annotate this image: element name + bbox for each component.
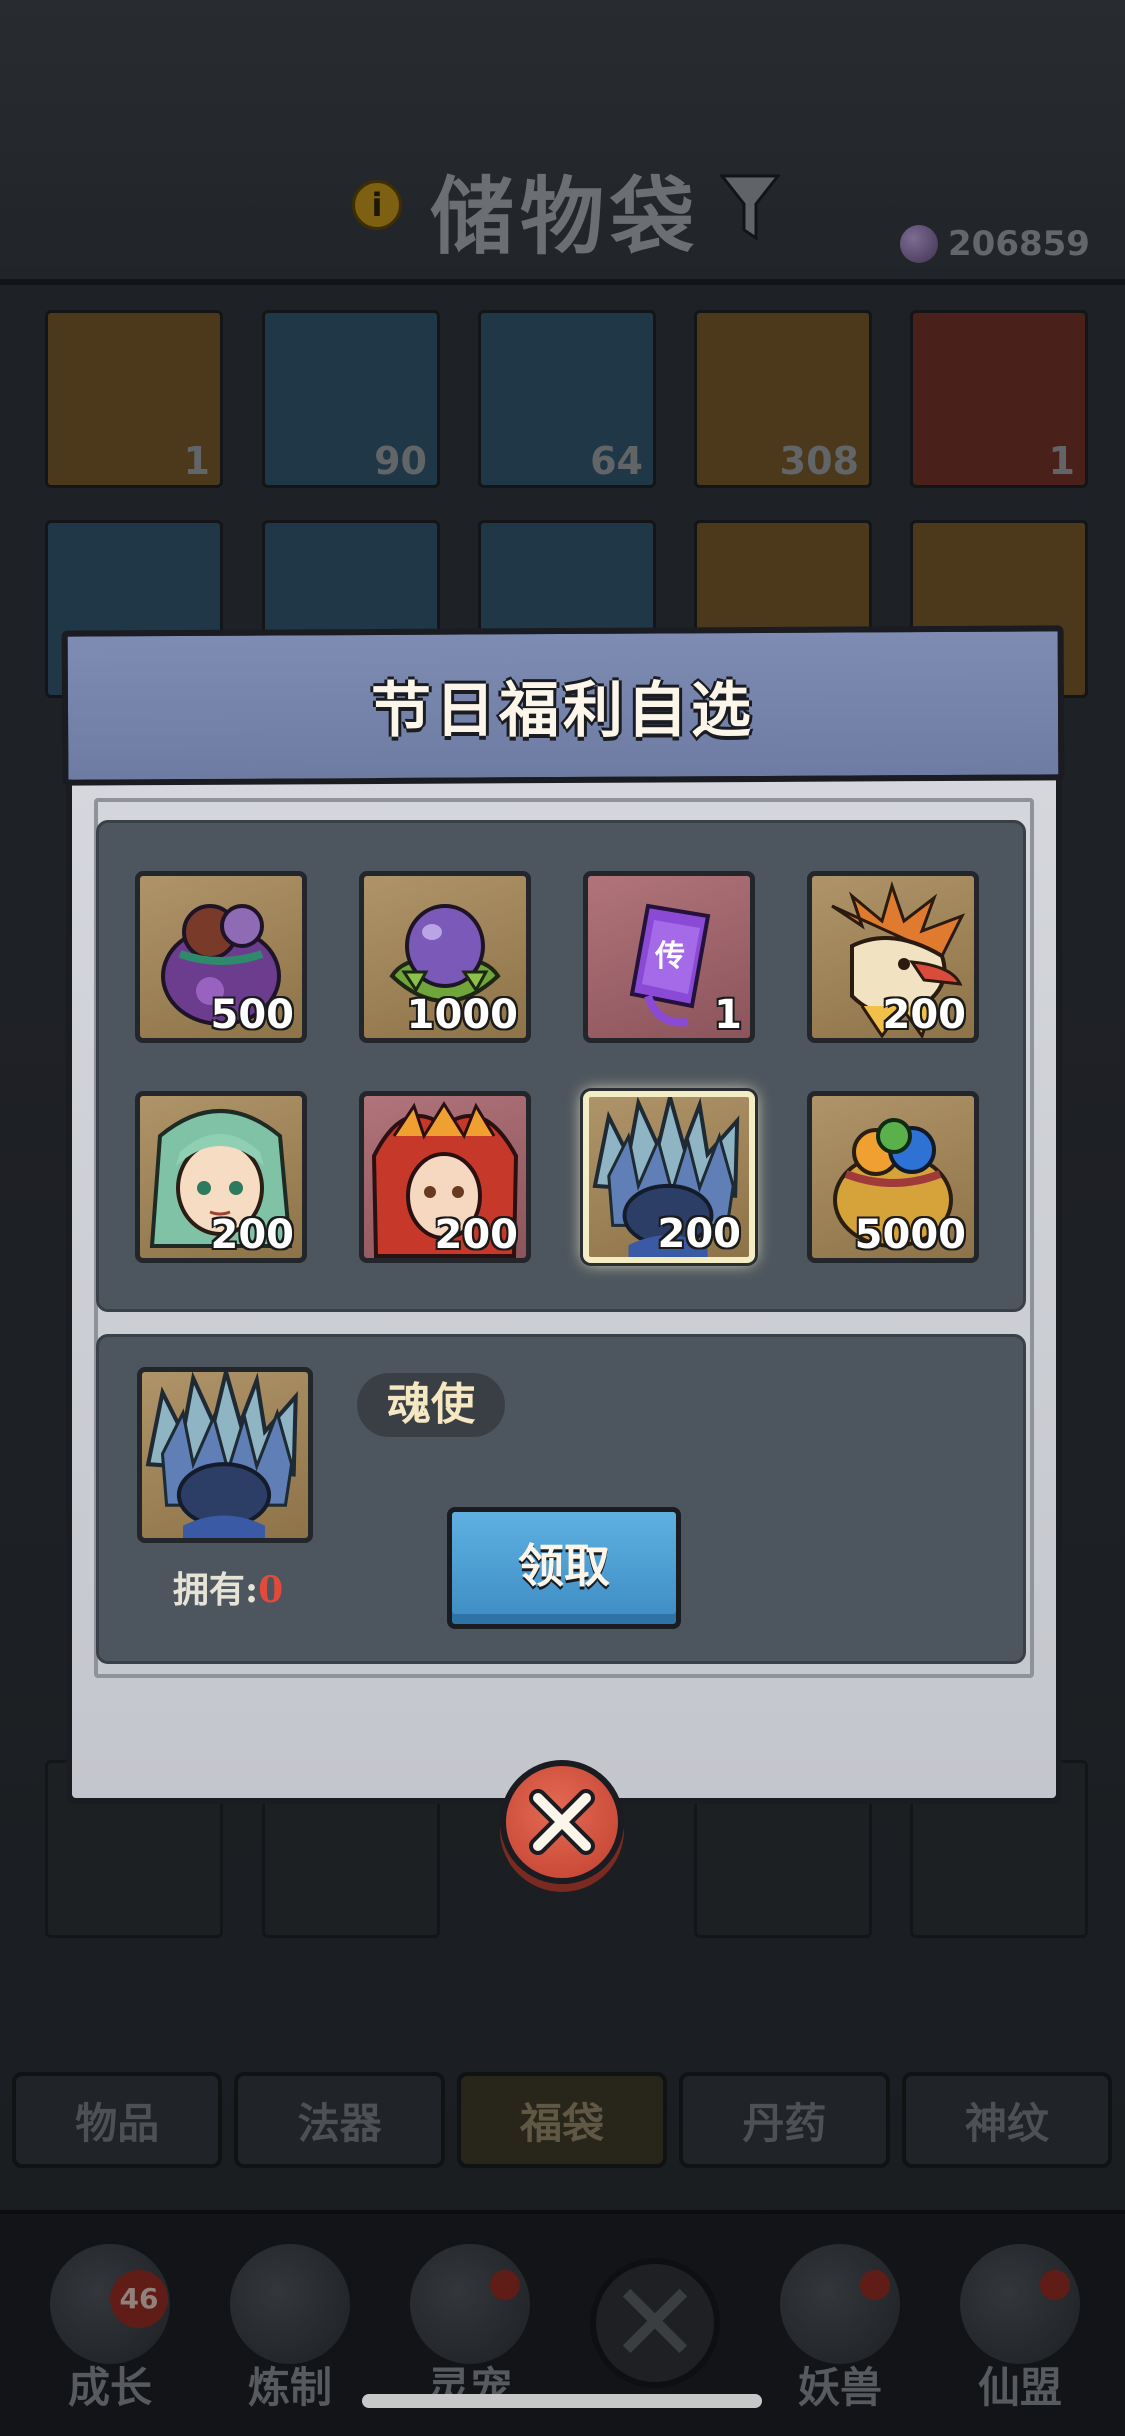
- claim-button[interactable]: 领取: [447, 1507, 681, 1629]
- item-count: 200: [210, 1212, 295, 1258]
- reward-item-spirit-egg[interactable]: 1000: [359, 871, 531, 1043]
- item-count: 500: [210, 992, 295, 1038]
- item-count: 200: [882, 992, 967, 1038]
- item-count: 1: [714, 992, 742, 1038]
- reward-item-purple-token[interactable]: 传 1: [583, 871, 755, 1043]
- selected-reward-name: 魂使: [357, 1373, 505, 1437]
- item-count: 5000: [854, 1212, 966, 1258]
- close-dialog-button[interactable]: [500, 1760, 624, 1884]
- festival-reward-picker-dialog: 节日福利自选 500 1000 传 1 200 200 200 200 5000…: [61, 625, 1065, 1804]
- owned-count: 拥有:0: [143, 1561, 313, 1613]
- item-count: 200: [657, 1211, 742, 1257]
- selected-reward-icon: [137, 1367, 313, 1543]
- svg-text:传: 传: [654, 939, 685, 974]
- reward-item-soul-envoy[interactable]: 200: [583, 1091, 755, 1263]
- item-count: 1000: [406, 992, 518, 1038]
- owned-label: 拥有:: [172, 1569, 259, 1611]
- reward-item-gold-orb-bag[interactable]: 5000: [807, 1091, 979, 1263]
- home-indicator[interactable]: [362, 2394, 762, 2408]
- item-count: 200: [434, 1212, 519, 1258]
- reward-item-green-haired-hero[interactable]: 200: [135, 1091, 307, 1263]
- close-icon: [529, 1789, 595, 1855]
- reward-item-flame-goddess[interactable]: 200: [359, 1091, 531, 1263]
- reward-item-dragon-beast[interactable]: 200: [807, 871, 979, 1043]
- selected-reward-detail: 拥有:0 魂使 领取: [96, 1334, 1026, 1664]
- reward-item-purple-bag[interactable]: 500: [135, 871, 307, 1043]
- reward-options-panel: 500 1000 传 1 200 200 200 200 5000: [96, 820, 1026, 1312]
- soul-envoy-portrait-icon: [145, 1372, 298, 1538]
- owned-value: 0: [258, 1569, 284, 1611]
- dialog-title: 节日福利自选: [371, 676, 755, 746]
